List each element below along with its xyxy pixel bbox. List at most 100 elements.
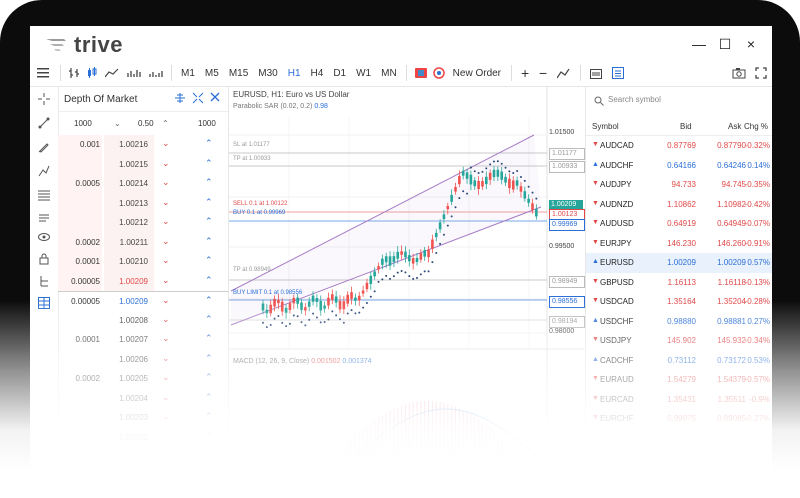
timeframe-h1[interactable]: H1: [283, 62, 306, 84]
eye-icon[interactable]: [37, 231, 51, 245]
col-symbol[interactable]: Symbol: [592, 122, 619, 131]
buy-chevron-icon[interactable]: ⌃: [205, 333, 213, 344]
dom-row[interactable]: 0.0001 1.00210 ⌄ ⌃: [58, 252, 228, 272]
buy-line-label[interactable]: BUY 0.1 at 0.99969: [233, 210, 285, 216]
lock-icon[interactable]: [37, 253, 51, 267]
text-tool-icon[interactable]: [37, 213, 51, 227]
crosshair-icon[interactable]: [37, 93, 51, 107]
buy-chevron-icon[interactable]: ⌃: [205, 236, 213, 247]
volume-icon[interactable]: [145, 62, 167, 84]
menu-icon[interactable]: [30, 62, 56, 84]
one-click-trading-icon[interactable]: [411, 62, 431, 84]
collapse-icon[interactable]: [192, 92, 204, 107]
volume-left-input[interactable]: 1000: [74, 119, 92, 128]
chevron-up-icon[interactable]: ⌃: [162, 119, 169, 128]
dom-row[interactable]: 1.00212 ⌄ ⌃: [58, 213, 228, 233]
chevron-down-icon[interactable]: ⌄: [114, 119, 121, 128]
minimize-button[interactable]: —: [690, 36, 708, 52]
sell-chevron-icon[interactable]: ⌄: [162, 138, 170, 149]
watchlist-row-eurusd[interactable]: ▲ EURUSD 1.00209 1.00209 0.57%: [586, 253, 772, 273]
sell-chevron-icon[interactable]: ⌄: [162, 431, 170, 442]
watchlist-row-eurchf[interactable]: ▼ EURCHF 0.99075 0.99085 -0.27%: [586, 409, 772, 429]
zoom-out-button[interactable]: −: [534, 62, 552, 84]
line-chart-icon[interactable]: [101, 62, 123, 84]
buy-limit-line-label[interactable]: BUY LIMIT 0.1 at 0.98556: [233, 290, 302, 296]
hierarchy-icon[interactable]: [37, 275, 51, 289]
trend-line-icon[interactable]: [37, 117, 51, 131]
close-button[interactable]: ×: [742, 36, 760, 52]
calendar-icon[interactable]: [585, 62, 607, 84]
buy-chevron-icon[interactable]: ⌃: [205, 197, 213, 208]
dom-row[interactable]: 1.00203 ⌄ ⌃: [58, 408, 228, 428]
timeframe-d1[interactable]: D1: [328, 62, 351, 84]
sell-chevron-icon[interactable]: ⌄: [162, 353, 170, 364]
buy-chevron-icon[interactable]: ⌃: [205, 138, 213, 149]
sell-chevron-icon[interactable]: ⌄: [162, 236, 170, 247]
dom-row[interactable]: 1.00215 ⌄ ⌃: [58, 154, 228, 174]
watchlist-row-usdjpy[interactable]: ▼ USDJPY 145.902 145.932 -0.34%: [586, 331, 772, 351]
sell-chevron-icon[interactable]: ⌄: [162, 158, 170, 169]
buy-chevron-icon[interactable]: ⌃: [205, 295, 213, 306]
buy-chevron-icon[interactable]: ⌃: [205, 314, 213, 325]
col-chg[interactable]: Chg %: [744, 122, 768, 131]
dom-row[interactable]: 0.00005 1.00209 ⌄ ⌃: [58, 271, 228, 291]
dom-row[interactable]: 1.00202 ⌄ ⌃: [58, 428, 228, 448]
buy-chevron-icon[interactable]: ⌃: [205, 177, 213, 188]
watchlist-row-eurjpy[interactable]: ▼ EURJPY 146.230 146.260 -0.91%: [586, 234, 772, 254]
timeframe-mn[interactable]: MN: [376, 62, 402, 84]
sell-line-label[interactable]: SELL 0.1 at 1.00122: [233, 201, 288, 207]
watchlist-row-cadchf[interactable]: ▲ CADCHF 0.73112 0.73172 0.53%: [586, 351, 772, 371]
sell-chevron-icon[interactable]: ⌄: [162, 372, 170, 383]
step-value[interactable]: 0.50: [138, 119, 154, 128]
indicators-icon[interactable]: [123, 62, 145, 84]
watchlist-row-usdchf[interactable]: ▲ USDCHF 0.98880 0.98881 0.27%: [586, 312, 772, 332]
dom-row[interactable]: 0.0002 1.00211 ⌄ ⌃: [58, 232, 228, 252]
timeframe-m1[interactable]: M1: [176, 62, 200, 84]
new-order-icon[interactable]: [431, 62, 447, 84]
dom-row[interactable]: 0.00005 1.00209 ⌄ ⌃: [58, 291, 228, 312]
search-box[interactable]: Search symbol: [592, 93, 767, 109]
candlestick-chart-icon[interactable]: [83, 62, 101, 84]
new-order-button[interactable]: New Order: [447, 62, 507, 84]
dom-row[interactable]: 0.0001 1.00207 ⌄ ⌃: [58, 330, 228, 350]
watchlist-row-eurcad[interactable]: ▼ EURCAD 1.35431 1.35511 -0.9%: [586, 390, 772, 410]
dom-row[interactable]: 0.001 1.00216 ⌄ ⌃: [58, 135, 228, 155]
watchlist-row-audchf[interactable]: ▲ AUDCHF 0.64166 0.64246 0.14%: [586, 156, 772, 176]
depth-of-market-icon[interactable]: [37, 297, 51, 311]
sell-chevron-icon[interactable]: ⌄: [162, 255, 170, 266]
search-input[interactable]: Search symbol: [608, 95, 661, 104]
watchlist-row-audcad[interactable]: ▼ AUDCAD 0.87769 0.87790 -0.32%: [586, 136, 772, 156]
buy-chevron-icon[interactable]: ⌃: [205, 431, 213, 442]
close-panel-icon[interactable]: [210, 92, 220, 105]
buy-chevron-icon[interactable]: ⌃: [205, 255, 213, 266]
buy-chevron-icon[interactable]: ⌃: [205, 372, 213, 383]
buy-chevron-icon[interactable]: ⌃: [205, 353, 213, 364]
sell-chevron-icon[interactable]: ⌄: [162, 177, 170, 188]
dom-row[interactable]: 1.00213 ⌄ ⌃: [58, 193, 228, 213]
dom-row[interactable]: 1.00204 ⌄ ⌃: [58, 389, 228, 409]
fullscreen-icon[interactable]: [750, 62, 772, 84]
dom-row[interactable]: 0.0002 1.00205 ⌄ ⌃: [58, 369, 228, 389]
fibonacci-icon[interactable]: [37, 189, 51, 203]
watchlist-row-audusd[interactable]: ▼ AUDUSD 0.64919 0.64949 -0.07%: [586, 214, 772, 234]
zoom-in-button[interactable]: +: [516, 62, 534, 84]
chart-canvas[interactable]: [229, 87, 584, 477]
buy-chevron-icon[interactable]: ⌃: [205, 216, 213, 227]
sell-chevron-icon[interactable]: ⌄: [162, 216, 170, 227]
timeframe-m15[interactable]: M15: [224, 62, 253, 84]
timeframe-m30[interactable]: M30: [253, 62, 282, 84]
pencil-icon[interactable]: [37, 141, 51, 155]
volume-right-input[interactable]: 1000: [198, 119, 216, 128]
watchlist-row-euraud[interactable]: ▼ EURAUD 1.54279 1.54379 -0.57%: [586, 370, 772, 390]
sell-chevron-icon[interactable]: ⌄: [162, 275, 170, 286]
dom-row[interactable]: 1.00206 ⌄ ⌃: [58, 350, 228, 370]
bar-chart-type-icon[interactable]: [65, 62, 83, 84]
buy-chevron-icon[interactable]: ⌃: [205, 275, 213, 286]
timeframe-h4[interactable]: H4: [306, 62, 329, 84]
watchlist-row-audnzd[interactable]: ▼ AUDNZD 1.10862 1.10982 -0.42%: [586, 195, 772, 215]
align-center-icon[interactable]: [174, 92, 186, 107]
indicator-add-icon[interactable]: [552, 62, 576, 84]
market-watch-icon[interactable]: [607, 62, 629, 84]
buy-chevron-icon[interactable]: ⌃: [205, 411, 213, 422]
sell-chevron-icon[interactable]: ⌄: [162, 295, 170, 306]
